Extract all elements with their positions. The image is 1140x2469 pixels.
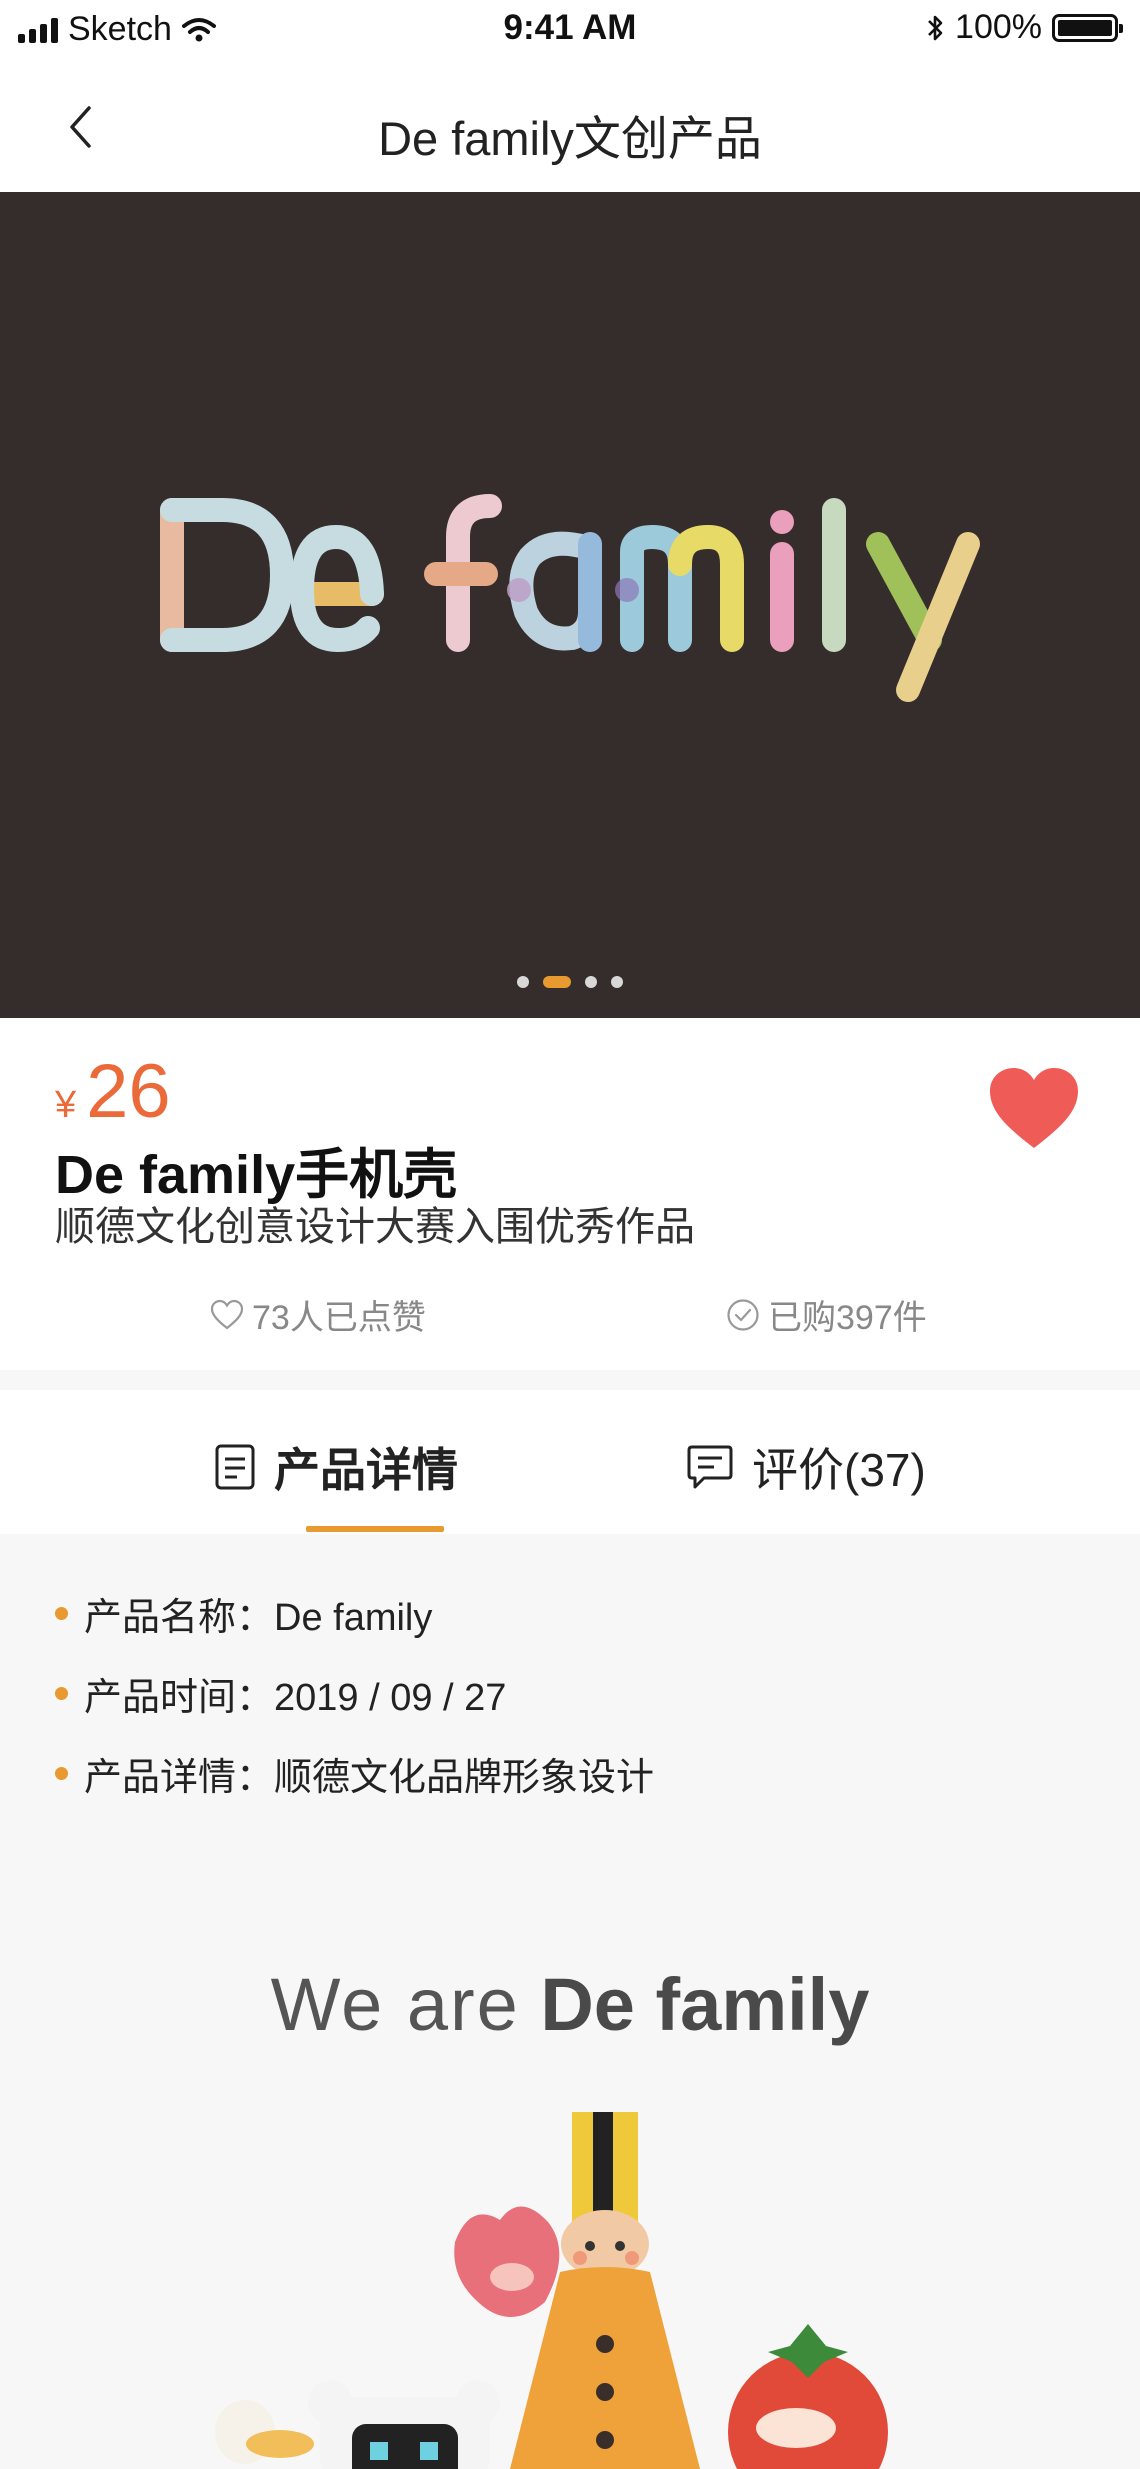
carousel-dot-active[interactable] bbox=[543, 976, 571, 988]
detail-text: 产品详情：顺德文化品牌形象设计 bbox=[84, 1757, 655, 1799]
detail-text: 产品名称：De family bbox=[84, 1597, 433, 1639]
detail-item: 产品名称：De family bbox=[55, 1586, 432, 1641]
battery-percent: 100% bbox=[955, 8, 1042, 46]
bullet-icon bbox=[55, 1607, 68, 1620]
nav-bar: De family文创产品 bbox=[0, 62, 1140, 193]
purchases-label: 已购397件 bbox=[768, 1299, 927, 1337]
status-right: 100% bbox=[925, 8, 1123, 47]
bluetooth-icon bbox=[928, 15, 943, 40]
likes-label: 73人已点赞 bbox=[252, 1299, 426, 1337]
carousel-dot[interactable] bbox=[611, 976, 623, 988]
status-bar: Sketch 9:41 AM 100% bbox=[0, 0, 1140, 62]
detail-text: 产品时间：2019 / 09 / 27 bbox=[84, 1677, 507, 1719]
product-subtitle: 顺德文化创意设计大赛入围优秀作品 bbox=[55, 1205, 695, 1249]
currency-symbol: ¥ bbox=[55, 1084, 77, 1126]
price: ¥ 26 bbox=[55, 1048, 171, 1135]
tab-label: 产品详情 bbox=[274, 1444, 458, 1496]
price-value: 26 bbox=[86, 1049, 171, 1134]
active-tab-indicator bbox=[306, 1526, 444, 1532]
page-title: De family文创产品 bbox=[378, 112, 762, 165]
bullet-icon bbox=[55, 1687, 68, 1700]
document-icon bbox=[215, 1444, 255, 1490]
tab-product-details[interactable]: 产品详情 bbox=[214, 1434, 458, 1500]
carousel-dot[interactable] bbox=[517, 976, 529, 988]
comment-icon bbox=[687, 1445, 733, 1489]
detail-item: 产品时间：2019 / 09 / 27 bbox=[55, 1666, 506, 1721]
product-info: ¥ 26 De family手机壳 顺德文化创意设计大赛入围优秀作品 73人已点… bbox=[0, 1018, 1140, 1370]
tab-label: 评价(37) bbox=[752, 1444, 926, 1496]
favorite-heart-icon[interactable] bbox=[988, 1066, 1080, 1150]
product-details-list: 产品名称：De family 产品时间：2019 / 09 / 27 产品详情：… bbox=[0, 1534, 1140, 1832]
tab-bar: 产品详情 评价(37) bbox=[0, 1390, 1140, 1536]
purchases-stat: 已购397件 bbox=[726, 1290, 927, 1339]
de-family-logo bbox=[160, 494, 980, 702]
carousel-dot[interactable] bbox=[585, 976, 597, 988]
product-poster: We are De family bbox=[0, 1832, 1140, 2469]
bullet-icon bbox=[55, 1767, 68, 1780]
toy-figures-illustration bbox=[215, 2112, 888, 2469]
heart-outline-icon bbox=[210, 1299, 244, 1329]
tab-reviews[interactable]: 评价(37) bbox=[686, 1434, 926, 1500]
battery-icon bbox=[1052, 13, 1123, 42]
carousel-indicator[interactable] bbox=[0, 976, 1140, 988]
likes-stat[interactable]: 73人已点赞 bbox=[210, 1290, 426, 1339]
hero-carousel[interactable] bbox=[0, 192, 1140, 1018]
detail-item: 产品详情：顺德文化品牌形象设计 bbox=[55, 1746, 654, 1801]
check-circle-icon bbox=[727, 1298, 759, 1331]
